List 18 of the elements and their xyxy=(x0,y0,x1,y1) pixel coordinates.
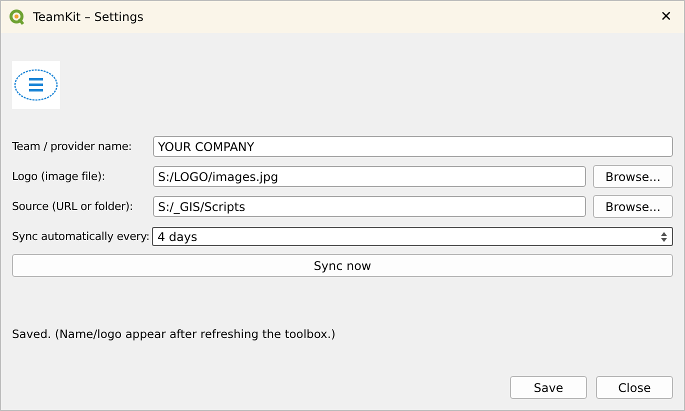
dialog-button[interactable]: Close xyxy=(596,376,673,399)
input-field[interactable]: S:/LOGO/images.jpg xyxy=(153,166,586,187)
browse-button[interactable]: Browse... xyxy=(593,195,673,218)
app-logo-icon xyxy=(9,9,25,25)
input-field[interactable]: YOUR COMPANY xyxy=(153,136,673,157)
input-field[interactable]: S:/_GIS/Scripts xyxy=(153,196,586,217)
close-button[interactable]: ✕ xyxy=(656,9,676,25)
field-label: Logo (image file): xyxy=(12,170,106,183)
field-label: Sync automatically every: xyxy=(12,230,150,243)
dialog-button[interactable]: Save xyxy=(510,376,587,399)
field-label: Team / provider name: xyxy=(12,140,133,153)
field-label: Source (URL or folder): xyxy=(12,200,134,213)
sync-button[interactable]: Sync now xyxy=(12,254,673,277)
spin-arrows-icon[interactable] xyxy=(658,230,670,244)
window-title: TeamKit – Settings xyxy=(33,10,144,24)
status-message: Saved. (Name/logo appear after refreshing the toolbox.) xyxy=(12,327,336,341)
browse-button[interactable]: Browse... xyxy=(593,165,673,188)
spin-field[interactable]: 4 days xyxy=(152,227,673,246)
